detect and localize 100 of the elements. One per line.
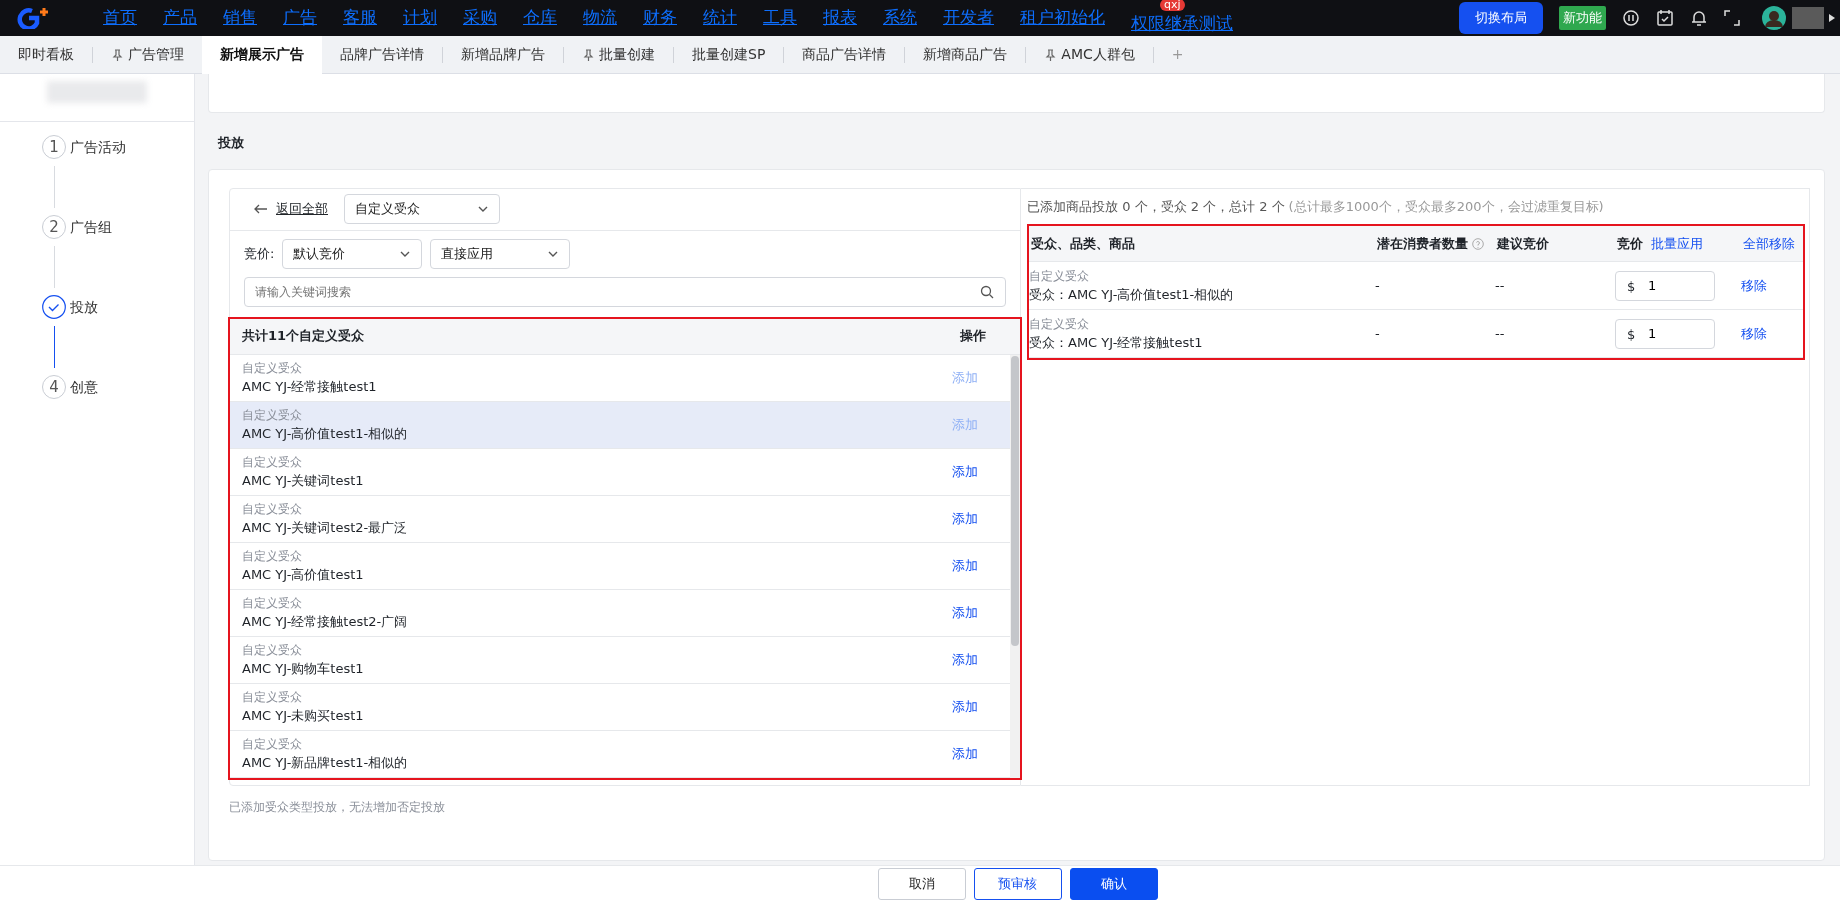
audience-name: AMC YJ-关键词test2-最广泛: [242, 518, 408, 537]
list-row[interactable]: 自定义受众 AMC YJ-新品牌test1-相似的 添加: [230, 730, 1010, 778]
table-cell-text: -: [1375, 324, 1381, 343]
select-value: 直接应用: [441, 244, 494, 263]
table-cell-text: --: [1495, 324, 1506, 343]
audience-name: AMC YJ-关键词test1: [242, 471, 364, 490]
list-row[interactable]: 自定义受众 AMC YJ-经常接触test2-广阔 添加: [230, 589, 1010, 637]
nav-menu-item[interactable]: 客服: [330, 5, 390, 31]
remove-link[interactable]: 移除: [1741, 275, 1767, 296]
step-label[interactable]: 创意: [70, 376, 98, 398]
remove-all-link[interactable]: 全部移除: [1743, 233, 1795, 254]
table-cell-text: -: [1375, 276, 1381, 295]
summary-text: 已添加商品投放 0 个，受众 2 个，总计 2 个: [1027, 197, 1285, 216]
footer-button[interactable]: 预审核: [973, 867, 1062, 900]
column-header: 操作: [960, 327, 986, 346]
nav-menu-item[interactable]: 广告: [270, 5, 330, 31]
audience-name: AMC YJ-新品牌test1-相似的: [242, 753, 408, 772]
tab[interactable]: 批量创建: [564, 35, 673, 74]
audience-type: 自定义受众: [1029, 315, 1090, 333]
logo-icon[interactable]: [16, 7, 50, 29]
username-placeholder: [1792, 7, 1824, 29]
audience-name: AMC YJ-高价值test1: [242, 565, 364, 584]
back-link[interactable]: 返回全部: [254, 199, 328, 219]
nav-menu-item[interactable]: 采购: [450, 5, 510, 31]
audience-type: 自定义受众: [242, 735, 303, 753]
add-link[interactable]: 添加: [952, 743, 978, 764]
fullscreen-icon[interactable]: [1724, 10, 1740, 26]
tab[interactable]: 广告管理: [93, 35, 202, 74]
audience-select[interactable]: 自定义受众: [344, 194, 500, 224]
add-link[interactable]: 添加: [952, 649, 978, 670]
currency-symbol: $: [1627, 325, 1636, 344]
nav-menu-item[interactable]: 销售: [210, 5, 270, 31]
add-link[interactable]: 添加: [952, 602, 978, 623]
nav-menu-item[interactable]: 财务: [630, 5, 690, 31]
tab[interactable]: 品牌广告详情: [322, 35, 442, 74]
list-row[interactable]: 自定义受众 AMC YJ-关键词test2-最广泛 添加: [230, 495, 1010, 543]
tab[interactable]: 批量创建SP: [674, 35, 784, 74]
currency-symbol: $: [1627, 277, 1636, 296]
search-icon[interactable]: [980, 284, 994, 299]
audience-name: AMC YJ-高价值test1-相似的: [242, 424, 408, 443]
audience-type: 自定义受众: [1029, 267, 1090, 285]
tab[interactable]: 新增商品广告: [905, 35, 1026, 74]
nav-menu-item[interactable]: 统计: [690, 5, 750, 31]
nav-menu-item[interactable]: 权限继承测试: [1118, 13, 1246, 34]
tab[interactable]: 商品广告详情: [784, 35, 905, 74]
bell-icon[interactable]: [1690, 9, 1708, 27]
bid-label: 竞价:: [244, 244, 275, 263]
audience-type: 自定义受众: [242, 641, 303, 659]
column-header: 建议竞价: [1497, 234, 1550, 253]
hint-text: 已添加受众类型投放，无法增加否定投放: [229, 798, 446, 816]
nav-menu-item[interactable]: 计划: [390, 5, 450, 31]
step-label[interactable]: 广告活动: [70, 136, 126, 158]
add-link[interactable]: 添加: [952, 555, 978, 576]
audience-type: 自定义受众: [242, 688, 303, 706]
column-header: 潜在消费者数量: [1377, 234, 1468, 253]
list-row[interactable]: 自定义受众 AMC YJ-未购买test1 添加: [230, 683, 1010, 731]
nav-menu-item[interactable]: 开发者: [930, 5, 1007, 31]
audience-name: AMC YJ-经常接触test1: [242, 377, 377, 396]
add-link[interactable]: 添加: [952, 461, 978, 482]
search-field[interactable]: 请输入关键词搜索: [244, 276, 1006, 307]
column-header: 共计11个自定义受众: [242, 327, 365, 346]
scrollbar-thumb[interactable]: [1011, 355, 1019, 646]
nav-menu-item[interactable]: 租户初始化: [1007, 5, 1118, 31]
list-row[interactable]: 自定义受众 AMC YJ-购物车test1 添加: [230, 636, 1010, 684]
select-value: 自定义受众: [355, 200, 420, 219]
tab[interactable]: 新增展示广告: [202, 35, 322, 74]
tab[interactable]: AMC人群包: [1026, 35, 1153, 74]
apply-select[interactable]: 直接应用: [430, 238, 571, 269]
tab[interactable]: 新增品牌广告: [443, 35, 563, 74]
footer-button[interactable]: 确认: [1069, 867, 1158, 900]
select-value: 默认竞价: [293, 244, 346, 263]
bid-select[interactable]: 默认竞价: [282, 238, 423, 269]
table-cell-text: --: [1495, 276, 1506, 295]
list-row[interactable]: 自定义受众 AMC YJ-高价值test1 添加: [230, 542, 1010, 590]
calendar-check-icon[interactable]: [1656, 9, 1674, 27]
add-link[interactable]: 添加: [952, 696, 978, 717]
audience-type: 自定义受众: [242, 359, 303, 377]
remove-link[interactable]: 移除: [1741, 323, 1767, 344]
footer-button[interactable]: 取消: [877, 867, 966, 900]
audience-type: 自定义受众: [242, 500, 303, 518]
audience-type: 自定义受众: [242, 453, 303, 471]
nav-menu-item[interactable]: 工具: [750, 5, 810, 31]
avatar-icon[interactable]: [1762, 6, 1786, 30]
switch-layout-button[interactable]: 切换布局: [1459, 2, 1543, 34]
bulk-apply-link[interactable]: 批量应用: [1651, 233, 1703, 254]
scrollbar[interactable]: [1010, 354, 1020, 778]
nav-menu-item[interactable]: 报表: [810, 5, 870, 31]
nav-menu-item[interactable]: 首页: [90, 5, 150, 31]
add-link[interactable]: 添加: [952, 508, 978, 529]
nav-menu-item[interactable]: 系统: [870, 5, 930, 31]
nav-menu-item[interactable]: 产品: [150, 5, 210, 31]
list-row[interactable]: 自定义受众 AMC YJ-关键词test1 添加: [230, 448, 1010, 496]
audience-type: 自定义受众: [242, 547, 303, 565]
audience-name: AMC YJ-购物车test1: [242, 659, 364, 678]
caret-icon[interactable]: [1828, 14, 1836, 22]
nav-menu-item[interactable]: 物流: [570, 5, 630, 31]
nav-menu-item[interactable]: 仓库: [510, 5, 570, 31]
step-label[interactable]: 广告组: [70, 216, 112, 238]
step-label[interactable]: 投放: [70, 296, 98, 318]
tab[interactable]: 即时看板: [0, 35, 92, 74]
